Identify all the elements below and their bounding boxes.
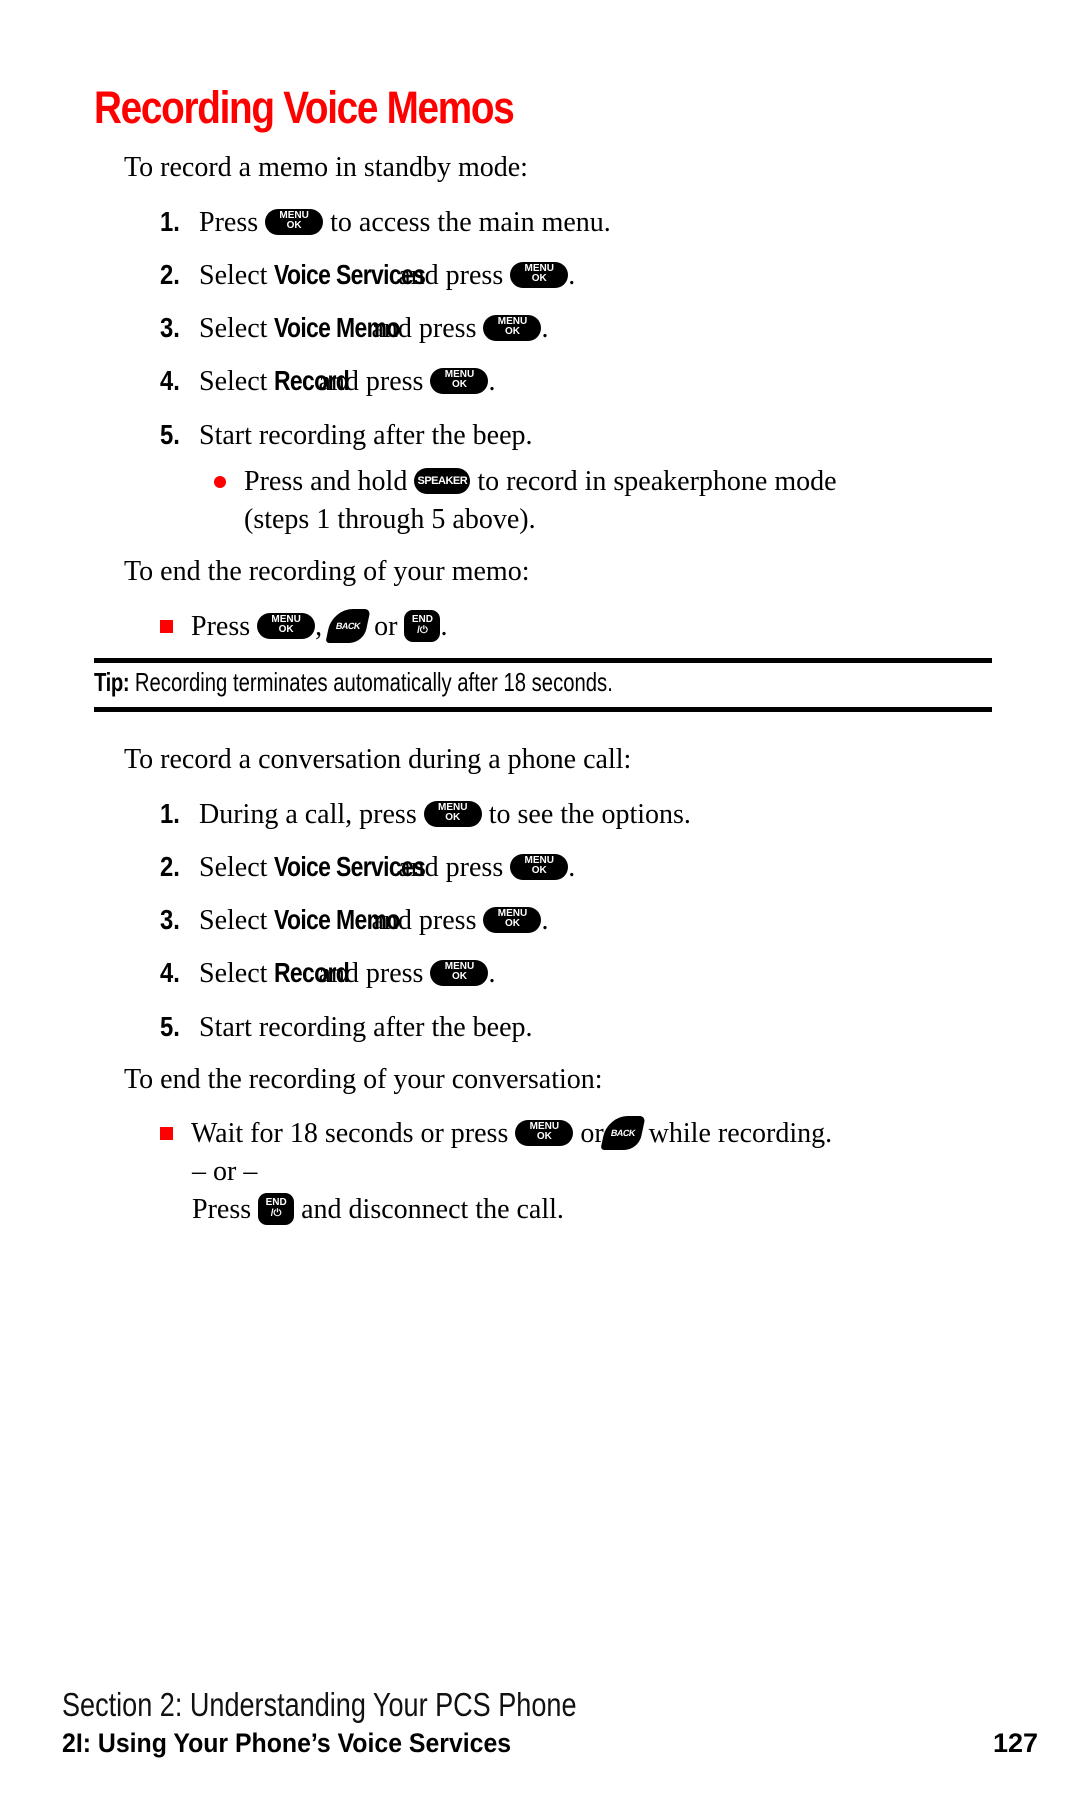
- menu-item-name: Voice Memo: [274, 312, 401, 343]
- page-title: Recording Voice Memos: [94, 82, 515, 133]
- call-end-item: Wait for 18 seconds or press MENU OK or BA…: [160, 1115, 833, 1153]
- punctuation: .: [568, 852, 576, 883]
- menu-ok-key-icon: MENU OK: [515, 1119, 574, 1146]
- step-number: 1.: [160, 798, 180, 829]
- call-end-intro: To end the recording of your conversatio…: [124, 1064, 603, 1095]
- menu-ok-key-icon: MENU OK: [483, 906, 542, 933]
- step-number: 3.: [160, 904, 180, 935]
- footer-chapter-title: 2I: Using Your Phone’s Voice Services: [62, 1728, 512, 1758]
- menu-ok-key-icon: MENU OK: [430, 367, 489, 394]
- menu-ok-key-icon: MENU OK: [510, 853, 569, 880]
- menu-item-name: Record: [274, 365, 350, 396]
- step-text: Select: [199, 313, 268, 344]
- step-text: During a call, press: [199, 799, 417, 830]
- bullet-text: Wait for 18 seconds or press: [191, 1118, 509, 1149]
- step-text: Select: [199, 958, 268, 989]
- step-number: 3.: [160, 312, 180, 343]
- end-power-key-icon: END/⏻: [404, 609, 441, 642]
- standby-step-5: 5. Start recording after the beep.: [160, 418, 533, 453]
- menu-ok-key-icon: MENU OK: [265, 208, 324, 235]
- tip-bottom-rule: [94, 707, 992, 712]
- step-text: Select: [199, 852, 268, 883]
- call-intro: To record a conversation during a phone …: [124, 744, 632, 775]
- menu-ok-key-icon: MENU OK: [510, 261, 569, 288]
- call-step-1: 1. During a call, press MENU OK to see th…: [160, 797, 691, 832]
- back-key-icon: BACK: [325, 608, 371, 643]
- bullet-text: to record in speakerphone mode: [477, 466, 837, 497]
- menu-item-name: Voice Memo: [274, 904, 401, 935]
- bullet-text: Press: [191, 611, 251, 642]
- or-separator: – or –: [192, 1156, 258, 1187]
- tip-text: Recording terminates automatically after…: [134, 667, 613, 697]
- menu-item-name: Voice Services: [274, 851, 426, 882]
- punctuation: .: [488, 958, 496, 989]
- menu-ok-key-icon: MENU OK: [483, 314, 542, 341]
- step-text: Start recording after the beep.: [199, 1012, 533, 1043]
- step-text: Select: [199, 366, 268, 397]
- end-power-key-icon: END/⏻: [258, 1192, 295, 1225]
- tip-label: Tip:: [94, 667, 130, 697]
- step-number: 5.: [160, 419, 180, 450]
- page-number: 127: [992, 1728, 1038, 1758]
- call-step-4: 4. Select Record and press MENU OK.: [160, 956, 550, 991]
- menu-ok-key-icon: MENU OK: [430, 959, 489, 986]
- speakerphone-bullet: Press and hold SPEAKER to record in spea…: [214, 465, 837, 499]
- tip-box: Tip: Recording terminates automatically …: [94, 667, 613, 698]
- standby-end-intro: To end the recording of your memo:: [124, 556, 530, 587]
- menu-item-name: Record: [274, 957, 350, 988]
- step-text: Press: [199, 207, 259, 238]
- call-step-3: 3. Select Voice Memo and press MENU OK.: [160, 903, 612, 938]
- punctuation: .: [488, 366, 496, 397]
- step-text: Start recording after the beep.: [199, 420, 533, 451]
- speaker-key-icon: SPEAKER: [414, 467, 471, 494]
- standby-step-4: 4. Select Record and press MENU OK.: [160, 364, 550, 399]
- punctuation: ,: [315, 611, 323, 642]
- standby-end-item: Press MENU OK, BACK or END/⏻.: [160, 608, 448, 646]
- footer-section-title: Section 2: Understanding Your PCS Phone: [62, 1686, 577, 1723]
- step-text: to access the main menu.: [330, 207, 611, 238]
- standby-step-1: 1. Press MENU OK to access the main menu.: [160, 205, 611, 240]
- punctuation: .: [440, 611, 448, 642]
- call-step-5: 5. Start recording after the beep.: [160, 1010, 533, 1045]
- step-number: 1.: [160, 206, 180, 237]
- punctuation: .: [541, 313, 549, 344]
- step-number: 4.: [160, 365, 180, 396]
- bullet-icon: [160, 620, 173, 634]
- step-text: to see the options.: [488, 799, 691, 830]
- menu-item-name: Voice Services: [274, 259, 426, 290]
- step-text: Select: [199, 905, 268, 936]
- standby-step-3: 3. Select Voice Memo and press MENU OK.: [160, 311, 612, 346]
- standby-step-2: 2. Select Voice Services and press MENU O…: [160, 258, 643, 293]
- bullet-text: while recording.: [648, 1118, 833, 1149]
- call-step-2: 2. Select Voice Services and press MENU O…: [160, 850, 643, 885]
- bullet-text: or: [374, 611, 398, 642]
- bullet-icon: [160, 1127, 173, 1141]
- step-number: 5.: [160, 1011, 180, 1042]
- punctuation: .: [541, 905, 549, 936]
- menu-ok-key-icon: MENU OK: [257, 612, 316, 639]
- speakerphone-bullet-line2: (steps 1 through 5 above).: [244, 504, 536, 535]
- bullet-icon: [214, 475, 226, 488]
- step-number: 4.: [160, 957, 180, 988]
- bullet-text: Press: [192, 1194, 252, 1225]
- punctuation: .: [568, 260, 576, 291]
- bullet-text: and disconnect the call.: [301, 1194, 564, 1225]
- call-end-alt: Press END/⏻ and disconnect the call.: [192, 1192, 564, 1228]
- menu-ok-key-icon: MENU OK: [423, 800, 482, 827]
- bullet-text: or: [580, 1118, 604, 1149]
- standby-intro: To record a memo in standby mode:: [124, 152, 528, 183]
- back-key-icon: BACK: [600, 1115, 646, 1150]
- tip-top-rule: [94, 658, 992, 663]
- bullet-text: Press and hold: [244, 466, 408, 497]
- step-number: 2.: [160, 259, 180, 290]
- step-text: Select: [199, 260, 268, 291]
- step-number: 2.: [160, 851, 180, 882]
